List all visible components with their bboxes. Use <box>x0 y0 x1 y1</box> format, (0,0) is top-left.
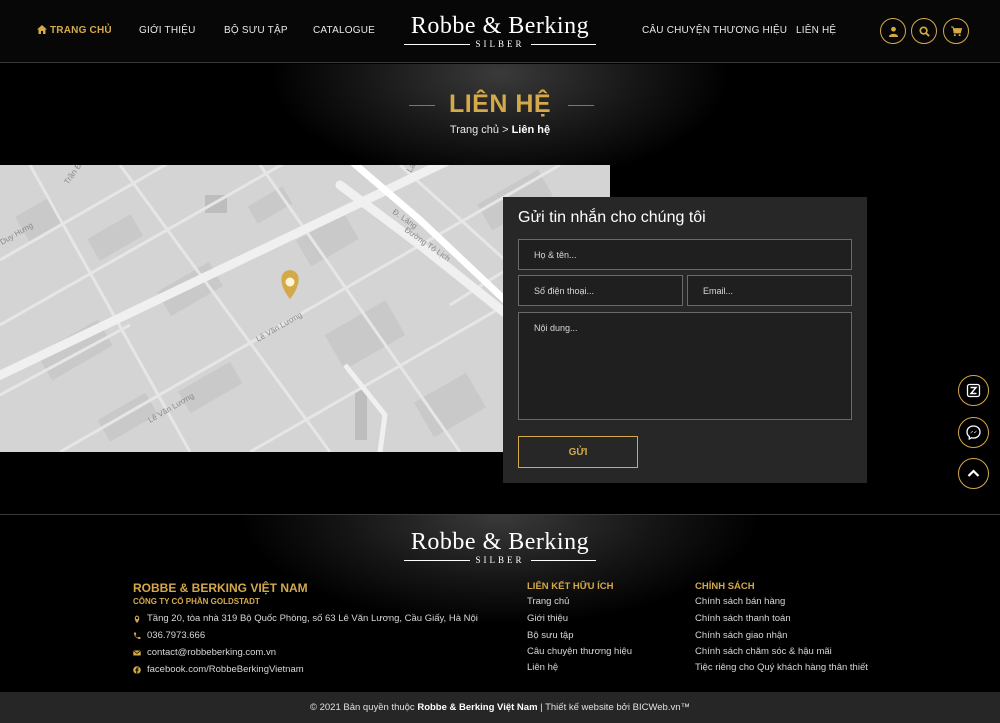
company-subname: CÔNG TY CỔ PHẦN GOLDSTADT <box>133 597 260 606</box>
footer-link-home[interactable]: Trang chủ <box>527 596 569 607</box>
breadcrumb: Trang chủ > Liên hệ <box>0 124 1000 136</box>
back-to-top-button[interactable] <box>958 458 989 489</box>
send-button[interactable]: GỬI <box>518 436 638 468</box>
copyright-prefix: © 2021 Bản quyền thuộc <box>309 702 415 713</box>
email-text: contact@robbeberking.com.vn <box>147 647 276 658</box>
footer-logo-text: Robbe & Berking <box>410 529 590 555</box>
policy-care[interactable]: Chính sách chăm sóc & hậu mãi <box>695 646 832 657</box>
site-footer: Robbe & Berking SILBER ROBBE & BERKING V… <box>0 514 1000 692</box>
footer-link-collection[interactable]: Bộ sưu tập <box>527 630 574 641</box>
policy-delivery[interactable]: Chính sách giao nhận <box>695 630 787 641</box>
nav-home-label: Trang chủ <box>50 25 112 36</box>
header-logo[interactable]: Robbe & Berking SILBER <box>404 13 597 49</box>
nav-collection[interactable]: Bộ sưu tập <box>224 25 288 36</box>
facebook-row[interactable]: facebook.com/RobbeBerkingVietnam <box>133 664 304 675</box>
policy-heading: Chính sách <box>695 581 755 592</box>
address-row: Tầng 20, tòa nhà 319 Bộ Quốc Phòng, số 6… <box>133 613 478 624</box>
nav-about[interactable]: Giới thiệu <box>139 25 196 36</box>
facebook-icon <box>133 665 141 674</box>
policy-loyalty[interactable]: Tiệc riêng cho Quý khách hàng thân thiết <box>695 662 868 673</box>
company-name: ROBBE & BERKING VIỆT NAM <box>133 581 308 595</box>
title-divider-right <box>568 105 594 106</box>
logo-text: Robbe & Berking <box>410 13 590 39</box>
phone-input[interactable] <box>518 275 683 306</box>
messenger-icon <box>966 425 981 440</box>
search-icon <box>918 25 930 37</box>
cart-button[interactable] <box>943 18 969 44</box>
breadcrumb-home[interactable]: Trang chủ <box>450 124 499 136</box>
cart-icon <box>950 25 962 36</box>
logo-subtext: SILBER <box>475 39 525 49</box>
name-input[interactable] <box>518 239 852 270</box>
phone-row[interactable]: 036.7973.666 <box>133 630 205 641</box>
email-input[interactable] <box>687 275 852 306</box>
phone-text: 036.7973.666 <box>147 630 206 641</box>
phone-icon <box>133 632 141 639</box>
breadcrumb-separator: > <box>499 124 512 136</box>
user-icon <box>888 26 898 37</box>
copyright-bar: © 2021 Bản quyền thuộc Robbe & Berking V… <box>0 692 1000 723</box>
mail-icon <box>133 649 141 655</box>
site-header: Trang chủ Giới thiệu Bộ sưu tập Catalogu… <box>0 0 1000 63</box>
contact-form: Gửi tin nhắn cho chúng tôi GỬI <box>503 197 867 483</box>
breadcrumb-current: Liên hệ <box>511 124 551 136</box>
email-row[interactable]: contact@robbeberking.com.vn <box>133 647 276 658</box>
footer-link-brand-story[interactable]: Câu chuyện thương hiệu <box>527 646 632 657</box>
messenger-button[interactable] <box>958 417 989 448</box>
search-button[interactable] <box>911 18 937 44</box>
page-title: LIÊN HỆ <box>448 90 552 118</box>
facebook-text: facebook.com/RobbeBerkingVietnam <box>147 664 304 675</box>
links-heading: Liên kết hữu ích <box>527 581 614 592</box>
map-marker-icon <box>134 615 140 623</box>
form-title: Gửi tin nhắn cho chúng tôi <box>518 209 706 226</box>
message-input[interactable] <box>518 312 852 420</box>
zalo-icon <box>966 383 981 398</box>
footer-logo-subtext: SILBER <box>475 555 525 565</box>
copyright-suffix[interactable]: | Thiết kế website bởi BICWeb.vn™ <box>540 702 690 713</box>
footer-logo[interactable]: Robbe & Berking SILBER <box>404 529 597 565</box>
nav-home[interactable]: Trang chủ <box>37 25 112 36</box>
nav-brand-story[interactable]: Câu chuyện thương hiệu <box>642 25 787 36</box>
nav-contact[interactable]: Liên hệ <box>796 25 836 36</box>
page-hero: LIÊN HỆ Trang chủ > Liên hệ <box>0 64 1000 165</box>
home-icon <box>37 25 47 34</box>
chevron-up-icon <box>967 469 980 477</box>
policy-sales[interactable]: Chính sách bán hàng <box>695 596 785 607</box>
address-text: Tầng 20, tòa nhà 319 Bộ Quốc Phòng, số 6… <box>147 613 478 624</box>
nav-catalogue[interactable]: Catalogue <box>313 25 375 36</box>
footer-link-contact[interactable]: Liên hệ <box>527 662 558 673</box>
copyright-owner: Robbe & Berking Việt Nam <box>417 702 538 713</box>
zalo-button[interactable] <box>958 375 989 406</box>
policy-payment[interactable]: Chính sách thanh toán <box>695 613 791 624</box>
account-button[interactable] <box>880 18 906 44</box>
footer-link-about[interactable]: Giới thiệu <box>527 613 568 624</box>
